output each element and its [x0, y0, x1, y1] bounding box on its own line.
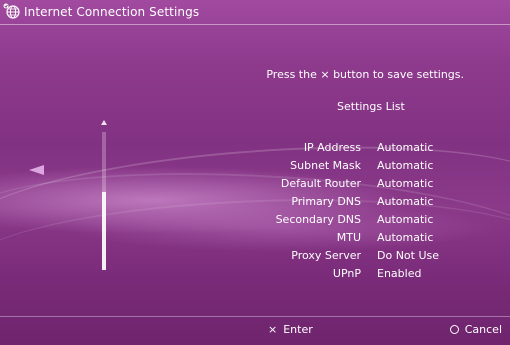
- scroll-up-arrow-icon[interactable]: [101, 120, 107, 125]
- page-title: Internet Connection Settings: [24, 5, 200, 19]
- setting-value: Do Not Use: [377, 248, 440, 262]
- setting-value: Automatic: [377, 230, 434, 244]
- settings-row-default-router: Default Router Automatic: [230, 174, 490, 192]
- enter-button[interactable]: × Enter: [268, 323, 313, 336]
- setting-value: Automatic: [377, 212, 434, 226]
- setting-label: Secondary DNS: [275, 212, 361, 226]
- settings-row-subnet-mask: Subnet Mask Automatic: [230, 156, 490, 174]
- enter-label: Enter: [283, 323, 313, 336]
- settings-row-ip-address: IP Address Automatic: [230, 138, 490, 156]
- settings-row-secondary-dns: Secondary DNS Automatic: [230, 210, 490, 228]
- setting-label: IP Address: [303, 140, 361, 154]
- settings-row-upnp: UPnP Enabled: [230, 264, 490, 282]
- title-bar: Internet Connection Settings: [0, 0, 510, 25]
- scrollbar-thumb[interactable]: [102, 192, 106, 270]
- setting-value: Automatic: [377, 194, 434, 208]
- setting-label: Primary DNS: [291, 194, 361, 208]
- save-instruction: Press the × button to save settings.: [266, 68, 464, 81]
- setting-label: Subnet Mask: [290, 158, 361, 172]
- setting-value: Enabled: [377, 266, 422, 280]
- settings-list: IP Address Automatic Subnet Mask Automat…: [230, 138, 490, 282]
- cross-button-icon: ×: [268, 323, 278, 336]
- setting-value: Automatic: [377, 140, 434, 154]
- setting-label: UPnP: [332, 266, 361, 280]
- circle-button-icon: [449, 325, 459, 334]
- settings-row-mtu: MTU Automatic: [230, 228, 490, 246]
- setting-label: MTU: [336, 230, 361, 244]
- settings-row-proxy-server: Proxy Server Do Not Use: [230, 246, 490, 264]
- header-divider: [0, 24, 510, 25]
- back-arrow-icon[interactable]: [29, 165, 44, 175]
- settings-list-title: Settings List: [337, 100, 405, 113]
- globe-network-icon: [3, 3, 20, 19]
- setting-value: Automatic: [377, 176, 434, 190]
- settings-row-primary-dns: Primary DNS Automatic: [230, 192, 490, 210]
- cancel-label: Cancel: [464, 323, 502, 336]
- scrollbar[interactable]: [102, 132, 106, 270]
- setting-label: Proxy Server: [291, 248, 361, 262]
- cancel-button[interactable]: Cancel: [449, 323, 502, 336]
- setting-label: Default Router: [280, 176, 361, 190]
- setting-value: Automatic: [377, 158, 434, 172]
- footer-divider: [0, 316, 510, 317]
